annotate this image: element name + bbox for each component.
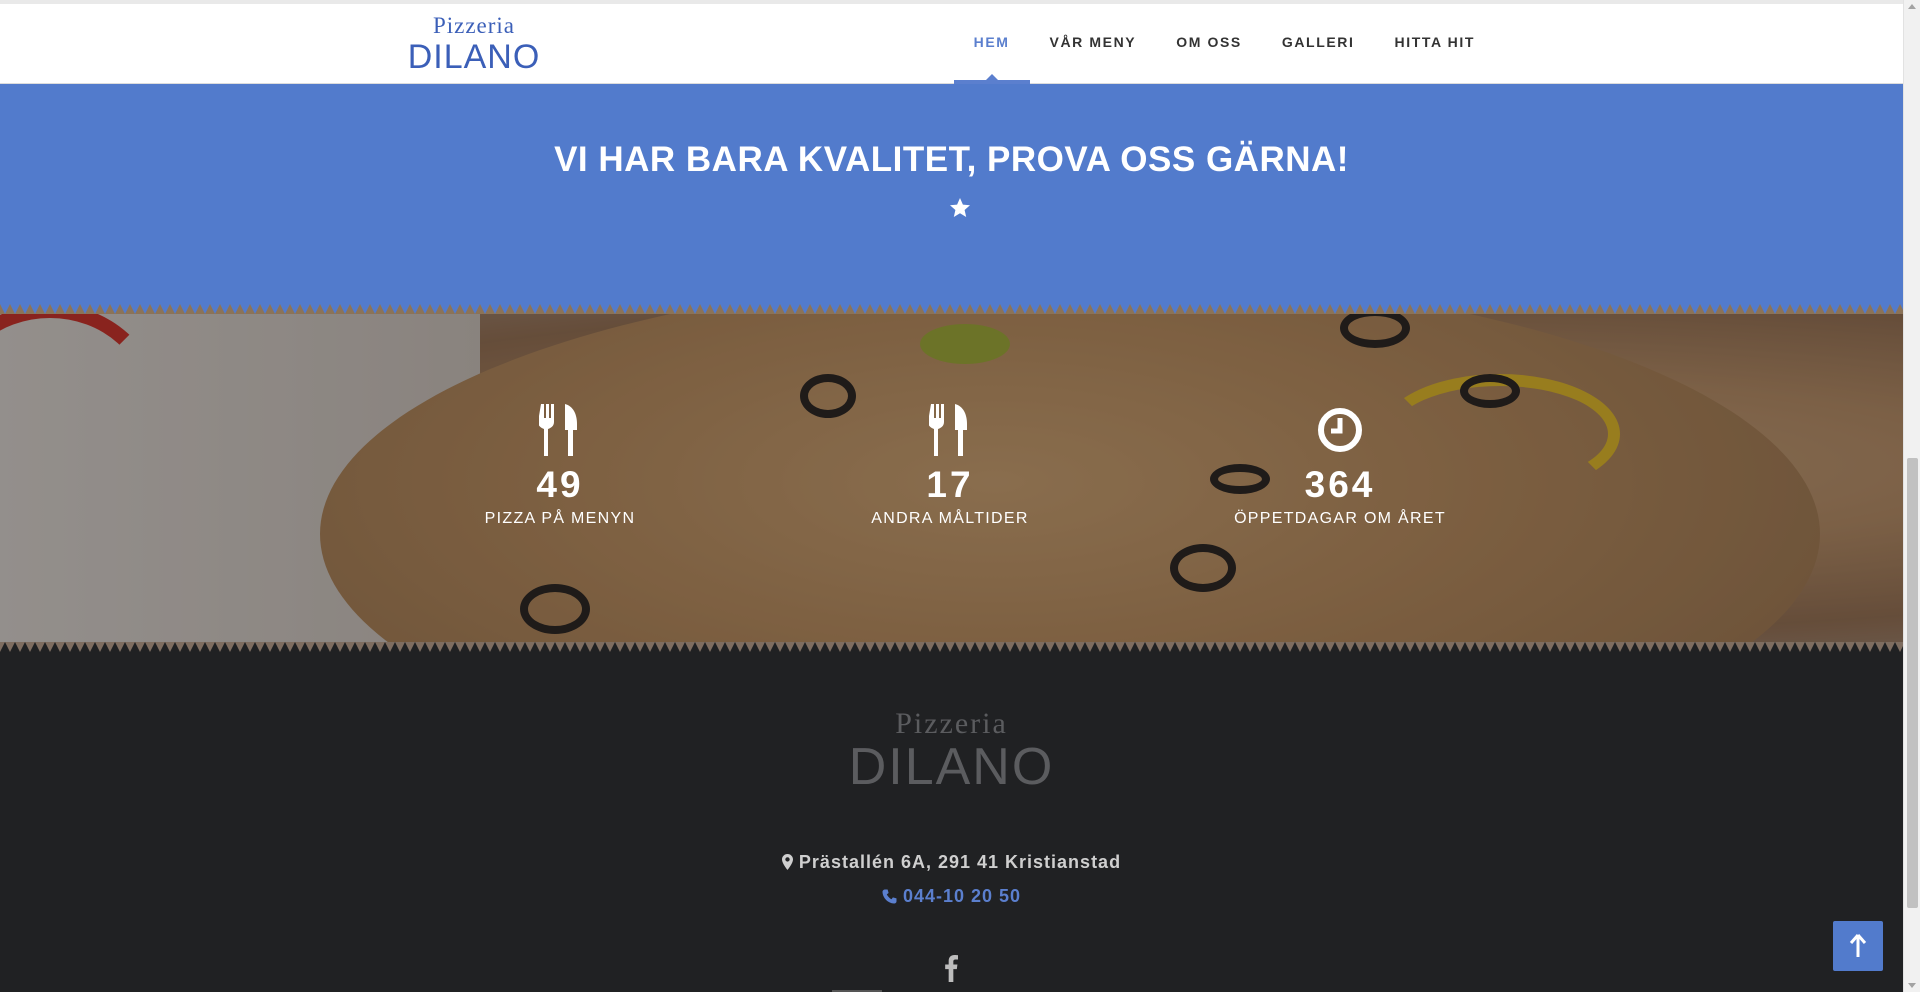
stat-open-days: 364 ÖPPETDAGAR OM ÅRET <box>1210 404 1470 528</box>
page-scrollbar[interactable] <box>1903 0 1920 992</box>
stat-label: ANDRA MÅLTIDER <box>871 510 1029 527</box>
clock-icon <box>1318 408 1362 452</box>
nav-item-hitta-hit[interactable]: HITTA HIT <box>1375 4 1496 84</box>
phone-icon <box>882 889 897 904</box>
scroll-down-arrow[interactable] <box>1908 983 1916 988</box>
utensils-icon <box>929 404 967 456</box>
logo-line-2: DILANO <box>407 38 541 76</box>
footer-phone[interactable]: 044-10 20 50 <box>0 886 1903 907</box>
footer-address: Prästallén 6A, 291 41 Kristianstad <box>0 852 1903 873</box>
zigzag-divider-bottom <box>0 642 1903 652</box>
quality-banner: VI HAR BARA KVALITET, PROVA OSS GÄRNA! <box>0 84 1903 314</box>
zigzag-divider-top <box>0 304 1903 314</box>
stat-value: 49 <box>536 464 584 505</box>
address-text: Prästallén 6A, 291 41 Kristianstad <box>798 852 1122 872</box>
nav-item-hem[interactable]: HEM <box>953 4 1030 84</box>
site-footer: Pizzeria DILANO Prästallén 6A, 291 41 Kr… <box>0 652 1903 992</box>
stat-value: 17 <box>926 464 974 505</box>
facebook-icon[interactable] <box>940 954 962 982</box>
nav-item-om-oss[interactable]: OM OSS <box>1156 4 1262 84</box>
footer-logo: Pizzeria DILANO <box>0 707 1903 796</box>
nav-item-galleri[interactable]: GALLERI <box>1262 4 1375 84</box>
logo-line-1: Pizzeria <box>432 13 516 38</box>
footer-logo-line-2: DILANO <box>848 738 1055 796</box>
banner-heading: VI HAR BARA KVALITET, PROVA OSS GÄRNA! <box>554 140 1349 179</box>
map-marker-icon <box>781 854 793 870</box>
stat-label: PIZZA PÅ MENYN <box>484 510 636 527</box>
utensils-icon <box>539 404 577 456</box>
stat-value: 364 <box>1304 464 1376 505</box>
stat-label: ÖPPETDAGAR OM ÅRET <box>1234 510 1446 527</box>
phone-number[interactable]: 044-10 20 50 <box>903 886 1021 906</box>
footer-logo-line-1: Pizzeria <box>895 707 1008 740</box>
scrollbar-thumb[interactable] <box>1907 458 1918 908</box>
scroll-up-arrow[interactable] <box>1908 4 1916 9</box>
arrow-up-icon <box>1849 934 1867 957</box>
star-icon <box>950 198 970 217</box>
stat-other-meals: 17 ANDRA MÅLTIDER <box>820 404 1080 528</box>
nav-item-var-meny[interactable]: VÅR MENY <box>1030 4 1157 84</box>
pizza-stats-section: 49 PIZZA PÅ MENYN 17 ANDRA MÅLTIDER 364 … <box>0 314 1903 650</box>
main-nav: HEM VÅR MENY OM OSS GALLERI HITTA HIT <box>953 4 1496 84</box>
site-header: Pizzeria DILANO HEM VÅR MENY OM OSS GALL… <box>0 4 1903 84</box>
stat-pizzas: 49 PIZZA PÅ MENYN <box>430 404 690 528</box>
site-logo[interactable]: Pizzeria DILANO <box>386 13 562 77</box>
back-to-top-button[interactable] <box>1833 921 1883 971</box>
